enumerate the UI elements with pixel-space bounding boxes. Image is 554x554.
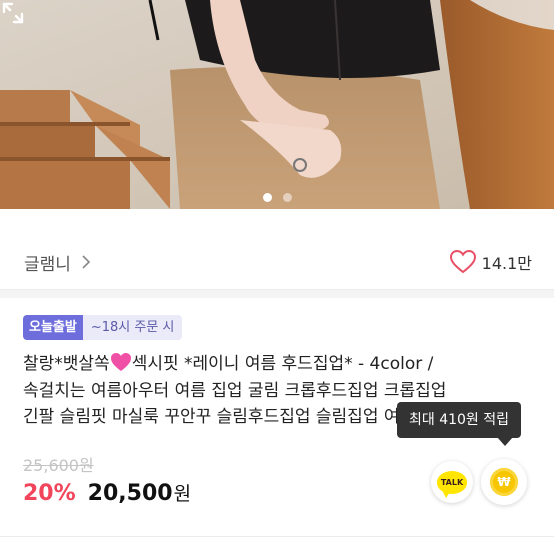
price-unit: 원 <box>173 483 192 505</box>
discount-rate: 20% <box>23 481 76 506</box>
product-image[interactable] <box>0 0 554 209</box>
brand-name: 글램니 <box>24 254 71 275</box>
spacer <box>0 209 554 235</box>
product-title-line-1: 찰랑*뱃살쏙 섹시핏 *레이니 여름 후드집업* - 4color / <box>23 353 434 374</box>
delivery-badges: 오늘출발 ~18시 주문 시 <box>23 315 183 340</box>
kakao-talk-button[interactable]: TALK <box>431 461 473 503</box>
today-shipping-badge: 오늘출발 <box>23 315 83 340</box>
carousel-dot[interactable] <box>282 193 292 202</box>
chevron-right-icon <box>82 255 91 269</box>
expand-arrows-icon[interactable] <box>0 0 26 26</box>
section-divider <box>0 290 554 298</box>
points-tooltip: 최대 410원 적립 <box>397 402 522 438</box>
tooltip-arrow <box>497 437 513 446</box>
carousel-dots <box>0 193 554 202</box>
brand-row: 글램니 14.1만 <box>0 235 554 290</box>
pink-heart-icon <box>110 353 131 371</box>
carousel-dot-active[interactable] <box>262 193 272 202</box>
points-button[interactable]: ₩ <box>481 459 527 505</box>
sale-price: 20,500원 <box>87 481 192 506</box>
original-price: 25,600원 <box>23 456 94 475</box>
order-cutoff-badge: ~18시 주문 시 <box>82 315 183 340</box>
brand-link[interactable]: 글램니 <box>24 250 91 275</box>
kakao-talk-icon: TALK <box>437 470 467 498</box>
like-count: 14.1만 <box>481 254 532 273</box>
product-photo <box>0 0 554 209</box>
divider <box>0 536 554 537</box>
won-coin-icon: ₩ <box>490 468 518 496</box>
product-title-line-2: 속걸치는 여름아우터 여름 집업 굴림 크롭후드집업 크롭집업 <box>23 380 447 401</box>
heart-outline-icon <box>449 250 476 274</box>
like-button[interactable]: 14.1만 <box>449 250 532 274</box>
price-row: 20% 20,500원 <box>23 479 191 506</box>
